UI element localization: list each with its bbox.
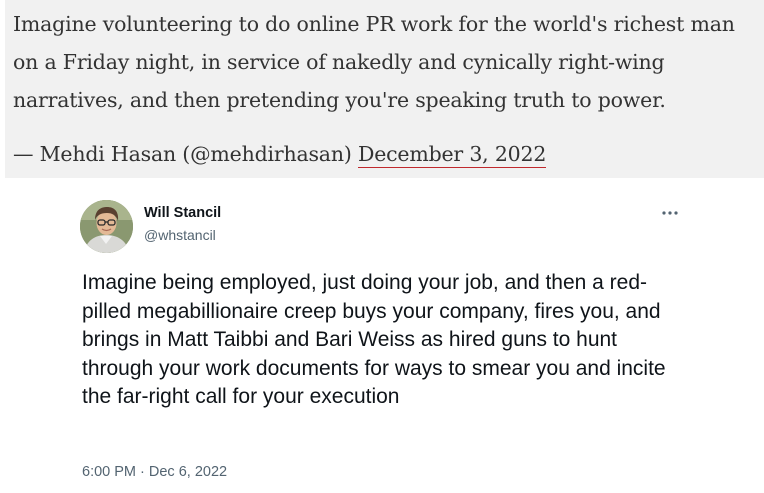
quote-author: — Mehdi Hasan (@mehdirhasan) (13, 142, 352, 166)
more-horizontal-icon[interactable] (658, 205, 682, 221)
quote-date-link[interactable]: December 3, 2022 (357, 142, 546, 168)
tweet-timestamp[interactable]: 6:00 PM · Dec 6, 2022 (82, 464, 227, 480)
quote-text: Imagine volunteering to do online PR wor… (13, 12, 735, 112)
blockquote: Imagine volunteering to do online PR wor… (5, 0, 764, 178)
author-handle[interactable]: @whstancil (144, 227, 216, 243)
tweet-text: Imagine being employed, just doing your … (82, 271, 666, 408)
avatar[interactable] (80, 200, 133, 253)
author-name[interactable]: Will Stancil (144, 205, 221, 221)
quote-attribution: — Mehdi Hasan (@mehdirhasan) December 3,… (13, 135, 756, 173)
